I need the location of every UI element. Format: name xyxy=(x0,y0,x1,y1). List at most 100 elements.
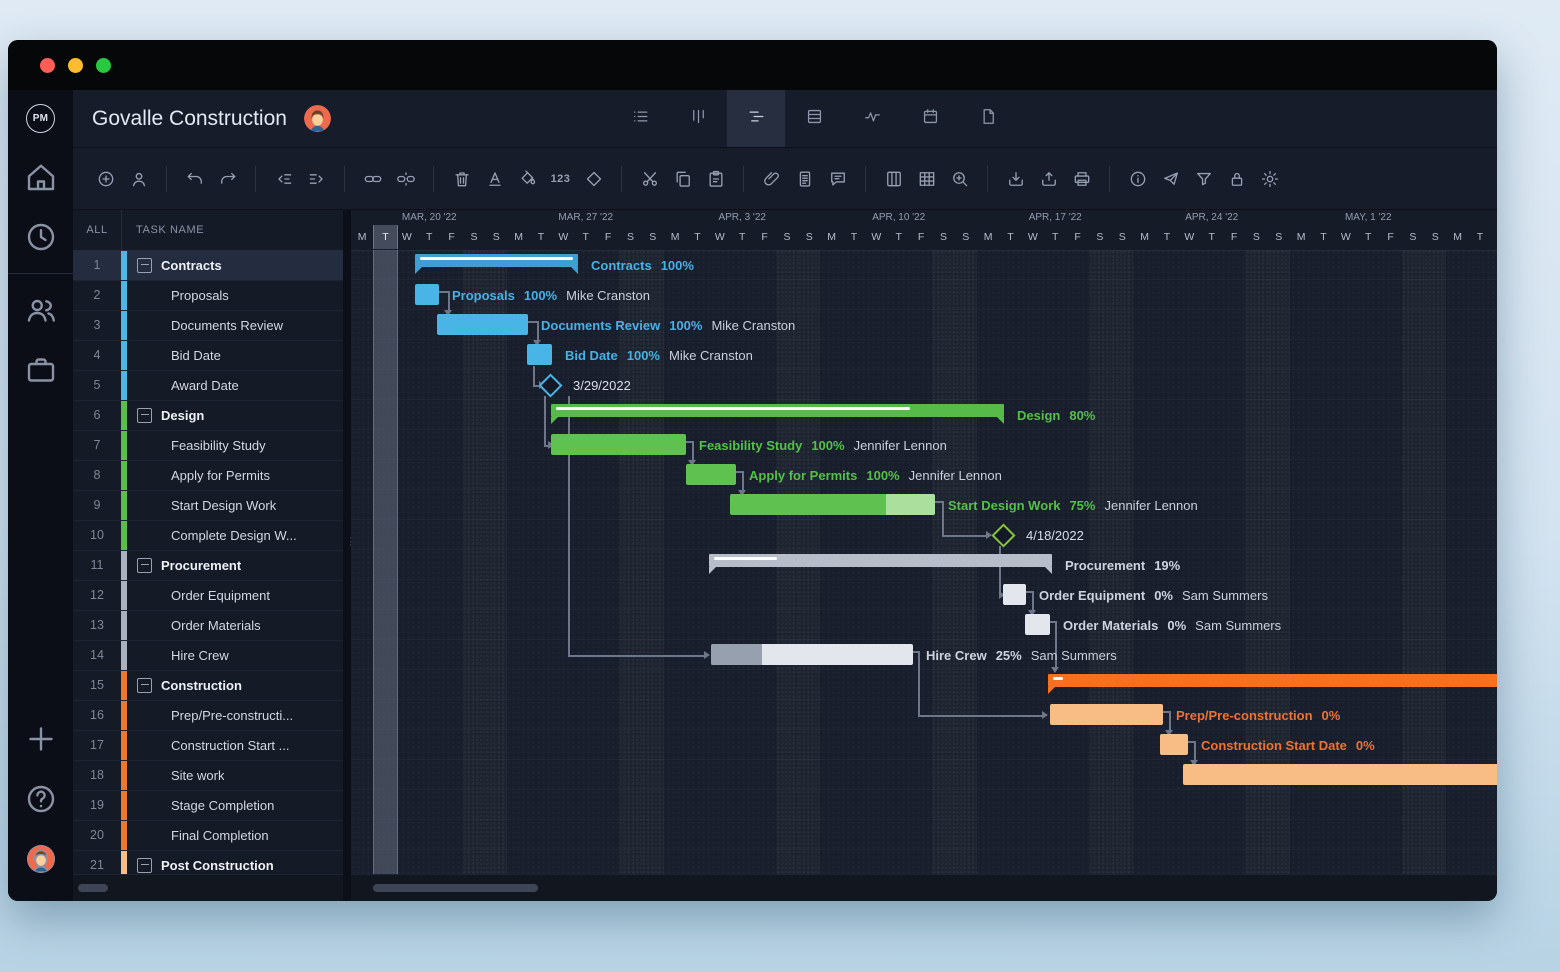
toolbar-separator xyxy=(621,166,622,192)
task-bar-construction-start-date[interactable] xyxy=(1160,734,1188,755)
number-format-button[interactable]: 123 xyxy=(544,162,577,195)
export-button[interactable] xyxy=(1032,162,1065,195)
toggle-columns-button[interactable] xyxy=(877,162,910,195)
sidebar-item-profile[interactable] xyxy=(23,841,59,877)
milestone-diamond[interactable] xyxy=(991,523,1015,547)
sidebar-item-home[interactable] xyxy=(23,159,59,195)
task-bar-bid-date[interactable] xyxy=(527,344,552,365)
task-bar-proposals[interactable] xyxy=(415,284,439,305)
copy-button[interactable] xyxy=(666,162,699,195)
task-bar-prep-pre-construction[interactable] xyxy=(1050,704,1163,725)
task-bar-start-design-work[interactable] xyxy=(730,494,935,515)
panel-splitter[interactable]: ⋮ xyxy=(343,210,351,901)
fill-color-button[interactable] xyxy=(511,162,544,195)
minimize-window-button[interactable] xyxy=(68,58,83,73)
sidebar-item-add-new[interactable] xyxy=(23,721,59,757)
sidebar-item-team[interactable] xyxy=(23,292,59,328)
table-row[interactable]: 16Prep/Pre-constructi... xyxy=(73,701,343,731)
tab-activity-view[interactable] xyxy=(843,90,901,147)
tab-board-view[interactable] xyxy=(669,90,727,147)
table-row[interactable]: 13Order Materials xyxy=(73,611,343,641)
redo-button[interactable] xyxy=(211,162,244,195)
close-window-button[interactable] xyxy=(40,58,55,73)
tab-list-view[interactable] xyxy=(611,90,669,147)
column-header-all[interactable]: ALL xyxy=(73,224,121,236)
table-row[interactable]: 12Order Equipment xyxy=(73,581,343,611)
table-row[interactable]: 2Proposals xyxy=(73,281,343,311)
outdent-button[interactable] xyxy=(267,162,300,195)
table-row[interactable]: 19Stage Completion xyxy=(73,791,343,821)
task-bar-feasibility-study[interactable] xyxy=(551,434,686,455)
print-button[interactable] xyxy=(1065,162,1098,195)
share-button[interactable] xyxy=(1154,162,1187,195)
assign-people-button[interactable] xyxy=(122,162,155,195)
tab-gantt-view[interactable] xyxy=(727,90,785,147)
task-bar-order-equipment[interactable] xyxy=(1003,584,1026,605)
summary-bar-construction[interactable] xyxy=(1048,674,1497,687)
table-row[interactable]: 5Award Date xyxy=(73,371,343,401)
task-list-hscroll-thumb[interactable] xyxy=(78,884,108,892)
add-milestone-button[interactable] xyxy=(577,162,610,195)
sidebar-item-portfolio[interactable] xyxy=(23,352,59,388)
indent-button[interactable] xyxy=(300,162,333,195)
app-logo-cell[interactable]: PM xyxy=(8,90,73,147)
task-bar-documents-review[interactable] xyxy=(437,314,528,335)
import-button[interactable] xyxy=(999,162,1032,195)
task-bar-hire-crew[interactable] xyxy=(711,644,913,665)
zoom-window-button[interactable] xyxy=(96,58,111,73)
zoom-timeline-button[interactable] xyxy=(943,162,976,195)
table-row[interactable]: 4Bid Date xyxy=(73,341,343,371)
attach-file-button[interactable] xyxy=(755,162,788,195)
text-color-button[interactable] xyxy=(478,162,511,195)
summary-bar-procurement[interactable] xyxy=(709,554,1052,567)
settings-button[interactable] xyxy=(1253,162,1286,195)
table-row[interactable]: 11Procurement xyxy=(73,551,343,581)
cut-button[interactable] xyxy=(633,162,666,195)
info-button[interactable] xyxy=(1121,162,1154,195)
task-bar-order-materials[interactable] xyxy=(1025,614,1050,635)
project-owner-avatar[interactable] xyxy=(304,105,331,132)
table-row[interactable]: 18Site work xyxy=(73,761,343,791)
table-row[interactable]: 8Apply for Permits xyxy=(73,461,343,491)
table-row[interactable]: 1Contracts xyxy=(73,251,343,281)
gantt-hscroll-thumb[interactable] xyxy=(373,884,538,892)
table-row[interactable]: 6Design xyxy=(73,401,343,431)
column-header-task-name[interactable]: TASK NAME xyxy=(121,210,343,250)
comments-button[interactable] xyxy=(821,162,854,195)
collapse-icon[interactable] xyxy=(137,258,152,273)
table-row[interactable]: 9Start Design Work xyxy=(73,491,343,521)
sidebar-item-help[interactable] xyxy=(23,781,59,817)
filter-button[interactable] xyxy=(1187,162,1220,195)
table-row[interactable]: 17Construction Start ... xyxy=(73,731,343,761)
summary-bar-design[interactable] xyxy=(551,404,1004,417)
table-row[interactable]: 15Construction xyxy=(73,671,343,701)
link-tasks-button[interactable] xyxy=(356,162,389,195)
task-bar-site-work[interactable] xyxy=(1183,764,1497,785)
doc-view-icon xyxy=(979,107,998,131)
table-row[interactable]: 7Feasibility Study xyxy=(73,431,343,461)
lock-columns-button[interactable] xyxy=(1220,162,1253,195)
unlink-tasks-button[interactable] xyxy=(389,162,422,195)
paste-button[interactable] xyxy=(699,162,732,195)
milestone-diamond[interactable] xyxy=(538,373,562,397)
collapse-icon[interactable] xyxy=(137,858,152,873)
table-row[interactable]: 14Hire Crew xyxy=(73,641,343,671)
table-row[interactable]: 20Final Completion xyxy=(73,821,343,851)
undo-button[interactable] xyxy=(178,162,211,195)
table-row[interactable]: 21Post Construction xyxy=(73,851,343,874)
sidebar-item-recent[interactable] xyxy=(23,219,59,255)
collapse-icon[interactable] xyxy=(137,678,152,693)
task-notes-button[interactable] xyxy=(788,162,821,195)
add-task-button[interactable] xyxy=(89,162,122,195)
collapse-icon[interactable] xyxy=(137,558,152,573)
tab-sheet-view[interactable] xyxy=(785,90,843,147)
collapse-icon[interactable] xyxy=(137,408,152,423)
table-row[interactable]: 10Complete Design W... xyxy=(73,521,343,551)
tab-doc-view[interactable] xyxy=(959,90,1017,147)
table-grid-button[interactable] xyxy=(910,162,943,195)
tab-calendar-view[interactable] xyxy=(901,90,959,147)
task-bar-apply-for-permits[interactable] xyxy=(686,464,736,485)
summary-bar-contracts[interactable] xyxy=(415,254,578,267)
delete-task-button[interactable] xyxy=(445,162,478,195)
table-row[interactable]: 3Documents Review xyxy=(73,311,343,341)
